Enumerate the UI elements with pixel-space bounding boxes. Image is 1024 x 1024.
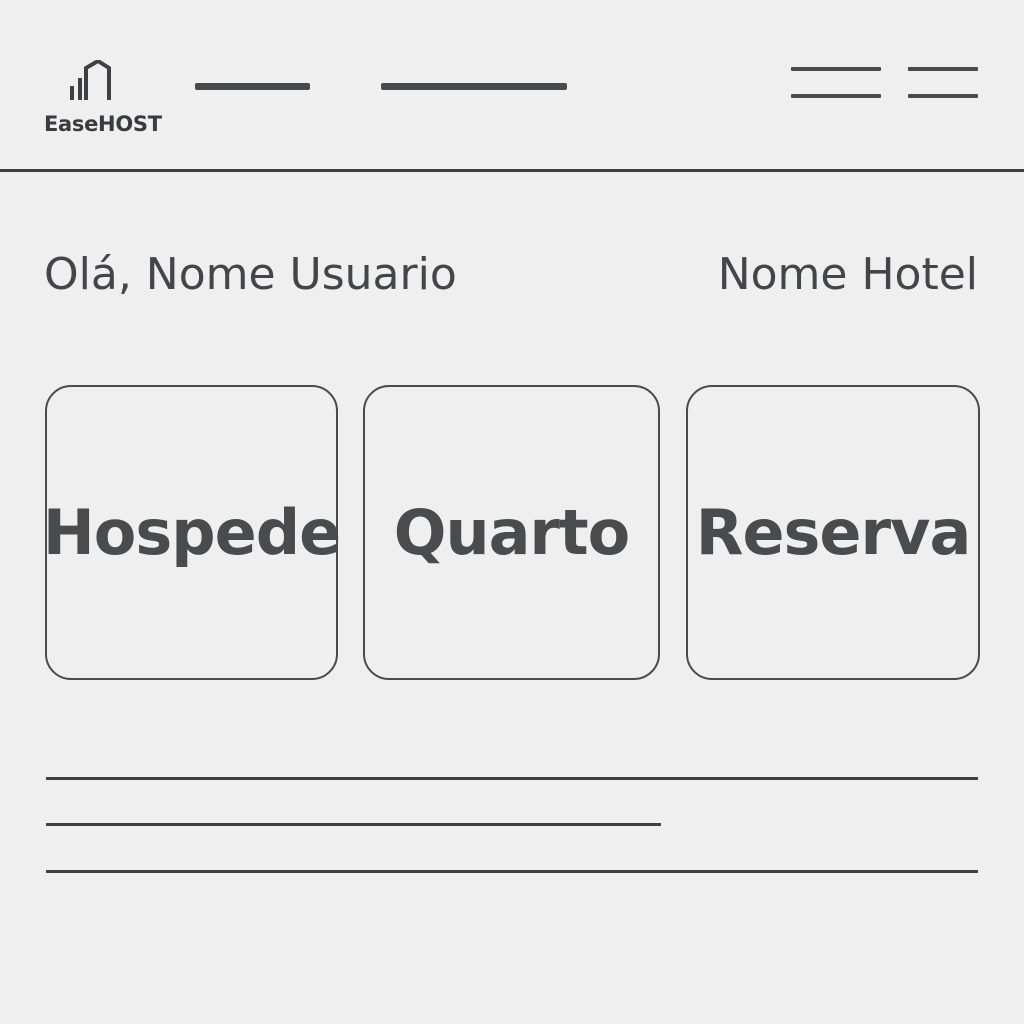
brand-name[interactable]: EaseHOST bbox=[44, 112, 162, 136]
menu-icon-1[interactable] bbox=[790, 64, 882, 102]
nav-link-placeholder-2[interactable] bbox=[381, 83, 567, 90]
card-quarto[interactable]: Quarto bbox=[363, 385, 660, 680]
menu-line-top bbox=[791, 67, 881, 71]
header-divider bbox=[0, 169, 1024, 172]
menu-line-top bbox=[908, 67, 978, 71]
menu-line-bottom bbox=[791, 94, 881, 98]
hotel-name: Nome Hotel bbox=[717, 249, 978, 300]
nav-link-placeholder-1[interactable] bbox=[195, 83, 310, 90]
page: EaseHOST Olá, Nome Usuario Nome Hotel Ho… bbox=[0, 0, 1024, 1024]
text-placeholder-line bbox=[46, 823, 661, 826]
card-label: Reserva bbox=[695, 496, 972, 569]
menu-line-bottom bbox=[908, 94, 978, 98]
card-label: Hospede bbox=[42, 496, 341, 569]
menu-icon-2[interactable] bbox=[907, 64, 979, 102]
card-hospede[interactable]: Hospede bbox=[42, 385, 341, 680]
card-label: Quarto bbox=[393, 496, 630, 569]
card-reserva[interactable]: Reserva bbox=[686, 385, 980, 680]
text-placeholder-line bbox=[46, 870, 978, 873]
house-signal-icon[interactable] bbox=[68, 60, 112, 104]
text-placeholder-line bbox=[46, 777, 978, 780]
user-greeting: Olá, Nome Usuario bbox=[44, 249, 457, 300]
